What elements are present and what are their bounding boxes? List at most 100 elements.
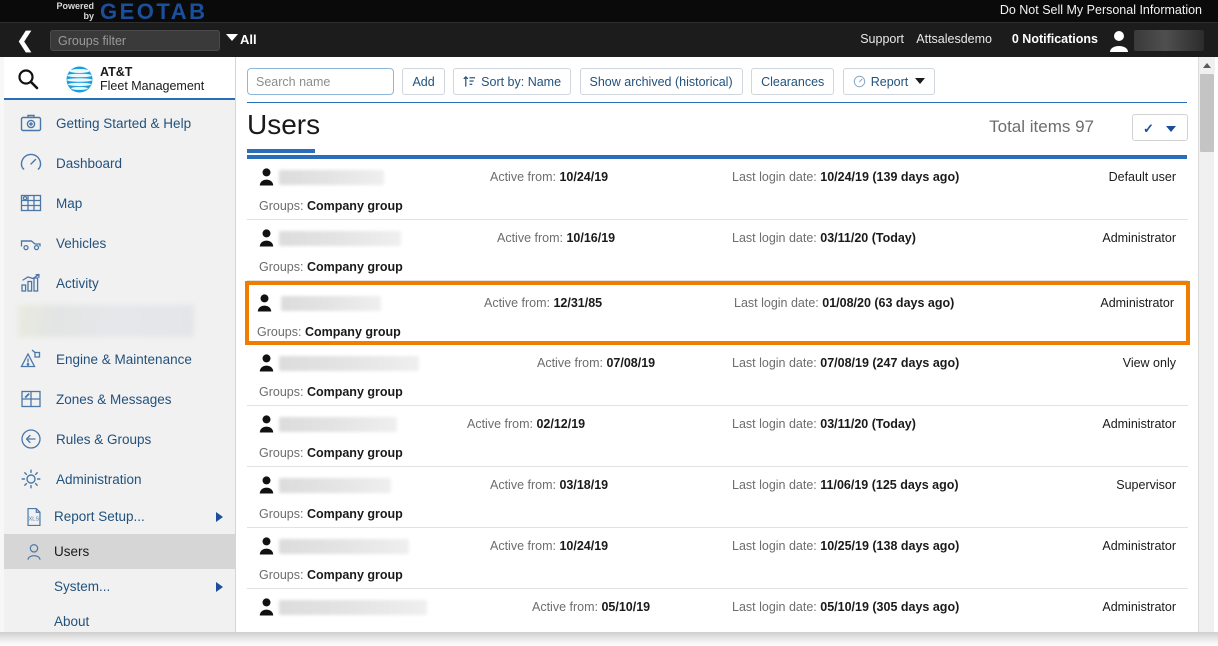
sidebar-item-label: Engine & Maintenance [56,351,192,367]
table-row[interactable]: Active from: 07/08/19 Last login date: 07… [247,345,1188,406]
sidebar-item-label: Users [54,544,90,559]
last-login-value: Last login date: 03/11/20 (Today) [732,231,916,245]
by-word: by [83,11,94,21]
active-from-value: Active from: 02/12/19 [467,417,586,431]
table-row[interactable]: Active from: 05/10/19 Last login date: 05… [247,589,1188,632]
table-row[interactable]: Active from: 10/24/19 Last login date: 10… [247,528,1188,589]
last-login-value: Last login date: 07/08/19 (247 days ago) [732,356,960,370]
row-groups-line: Groups: Company group [259,507,403,521]
row-primary-line: Active from: 03/18/19 Last login date: 11… [247,467,1188,504]
back-chevron-icon[interactable]: ❮ [12,28,38,54]
last-login-value: Last login date: 11/06/19 (125 days ago) [732,478,959,492]
sidebar-item-dashboard[interactable]: Dashboard [4,143,235,183]
att-globe-logo-icon [66,66,93,93]
scrollbar-thumb[interactable] [1200,74,1214,152]
chevron-down-icon [1166,126,1176,132]
sidebar-item-administration[interactable]: Administration [4,459,235,499]
notifications-link[interactable]: 0 Notifications [1012,32,1098,46]
scroll-up-button[interactable] [1199,57,1215,73]
sort-by-button[interactable]: Sort by: Name [453,68,572,95]
row-primary-line: Active from: 07/08/19 Last login date: 07… [247,345,1188,382]
sidebar-item-users[interactable]: Users [4,534,235,569]
row-primary-line: Active from: 12/31/85 Last login date: 01… [249,285,1186,322]
user-role-label: Administrator [1102,417,1176,431]
sidebar-item-about[interactable]: About [4,604,235,632]
sidebar-item-rules-groups[interactable]: Rules & Groups [4,419,235,459]
sidebar-item-system[interactable]: System... [4,569,235,604]
select-all-dropdown-button[interactable]: ✓ [1132,114,1188,141]
sidebar-nav-list: Getting Started & Help Dashboard Map Veh… [4,100,235,632]
search-name-input[interactable]: Search name [247,68,394,95]
table-row[interactable]: Active from: 10/16/19 Last login date: 03… [247,220,1188,281]
groups-filter-input[interactable]: Groups filter [50,30,220,51]
active-from-value: Active from: 10/24/19 [490,170,609,184]
sidebar-item-map[interactable]: Map [4,183,235,223]
user-avatar-icon[interactable] [1108,29,1130,53]
sidebar-item-zones-messages[interactable]: Zones & Messages [4,379,235,419]
active-from-value: Active from: 12/31/85 [484,296,603,310]
sidebar-item-activity[interactable]: Activity [4,263,235,303]
active-from-value: Active from: 10/16/19 [497,231,616,245]
sidebar-item-label: Activity [56,275,99,291]
first-aid-kit-icon [18,110,44,136]
user-name-redacted [279,231,401,246]
add-button[interactable]: Add [402,68,445,95]
truck-icon [18,230,44,256]
last-login-value: Last login date: 01/08/20 (63 days ago) [734,296,955,310]
sidebar-header: AT&T Fleet Management [4,57,235,100]
table-row-selected[interactable]: Active from: 12/31/85 Last login date: 01… [245,281,1190,345]
chevron-up-icon [1203,63,1211,68]
row-groups-line: Groups: Company group [257,325,401,339]
support-link[interactable]: Support [860,32,904,46]
active-from-value: Active from: 05/10/19 [532,600,651,614]
last-login-value: Last login date: 05/10/19 (305 days ago) [732,600,960,614]
page-title: Users [247,109,321,140]
active-from-value: Active from: 07/08/19 [537,356,656,370]
active-from-value: Active from: 03/18/19 [490,478,609,492]
brand-line-2: Fleet Management [100,78,205,93]
table-row[interactable]: Active from: 03/18/19 Last login date: 11… [247,467,1188,528]
sidebar-item-label: Rules & Groups [56,431,152,447]
user-role-label: Administrator [1102,600,1176,614]
groups-filter-all-label[interactable]: All [240,32,257,47]
sort-list-icon [463,75,476,92]
show-archived-button[interactable]: Show archived (historical) [579,68,743,95]
table-row[interactable]: Active from: 10/24/19 Last login date: 10… [247,159,1188,220]
sidebar-item-label: Report Setup... [54,509,145,524]
powered-word: Powered [56,1,94,11]
search-icon[interactable] [16,67,40,91]
gauge-icon [18,150,44,176]
row-primary-line: Active from: 02/12/19 Last login date: 03… [247,406,1188,443]
person-icon [259,354,274,372]
warning-triangle-icon [18,346,44,372]
xls-file-icon: XLS [22,504,46,530]
sidebar-item-getting-started[interactable]: Getting Started & Help [4,103,235,143]
gauge-icon [853,75,866,92]
user-name-redacted [279,356,419,371]
vertical-scrollbar[interactable] [1198,57,1215,632]
account-name-link[interactable]: Attsalesdemo [916,32,992,46]
redacted-icon [18,305,194,337]
table-row[interactable]: Active from: 02/12/19 Last login date: 03… [247,406,1188,467]
title-underline [247,149,315,153]
person-icon [259,168,274,186]
svg-text:XLS: XLS [29,516,40,522]
sidebar-item-label: Administration [56,471,142,487]
last-login-value: Last login date: 10/24/19 (139 days ago) [732,170,960,184]
chevron-down-icon[interactable] [226,34,238,41]
row-groups-line: Groups: Company group [259,199,403,213]
sidebar-item-engine-maintenance[interactable]: Engine & Maintenance [4,339,235,379]
report-button[interactable]: Report [842,68,936,95]
user-role-label: Supervisor [1116,478,1176,492]
sidebar-item-label: System... [54,579,111,594]
clearances-button[interactable]: Clearances [751,68,835,95]
gear-icon [18,466,44,492]
row-primary-line: Active from: 10/24/19 Last login date: 10… [247,159,1188,196]
sidebar-item-redacted[interactable] [4,303,235,339]
sidebar-item-vehicles[interactable]: Vehicles [4,223,235,263]
do-not-sell-link[interactable]: Do Not Sell My Personal Information [1000,3,1202,17]
sidebar-item-report-setup[interactable]: XLS Report Setup... [4,499,235,534]
row-primary-line: Active from: 10/24/19 Last login date: 10… [247,528,1188,565]
person-icon [259,229,274,247]
arrow-circle-icon [18,426,44,452]
